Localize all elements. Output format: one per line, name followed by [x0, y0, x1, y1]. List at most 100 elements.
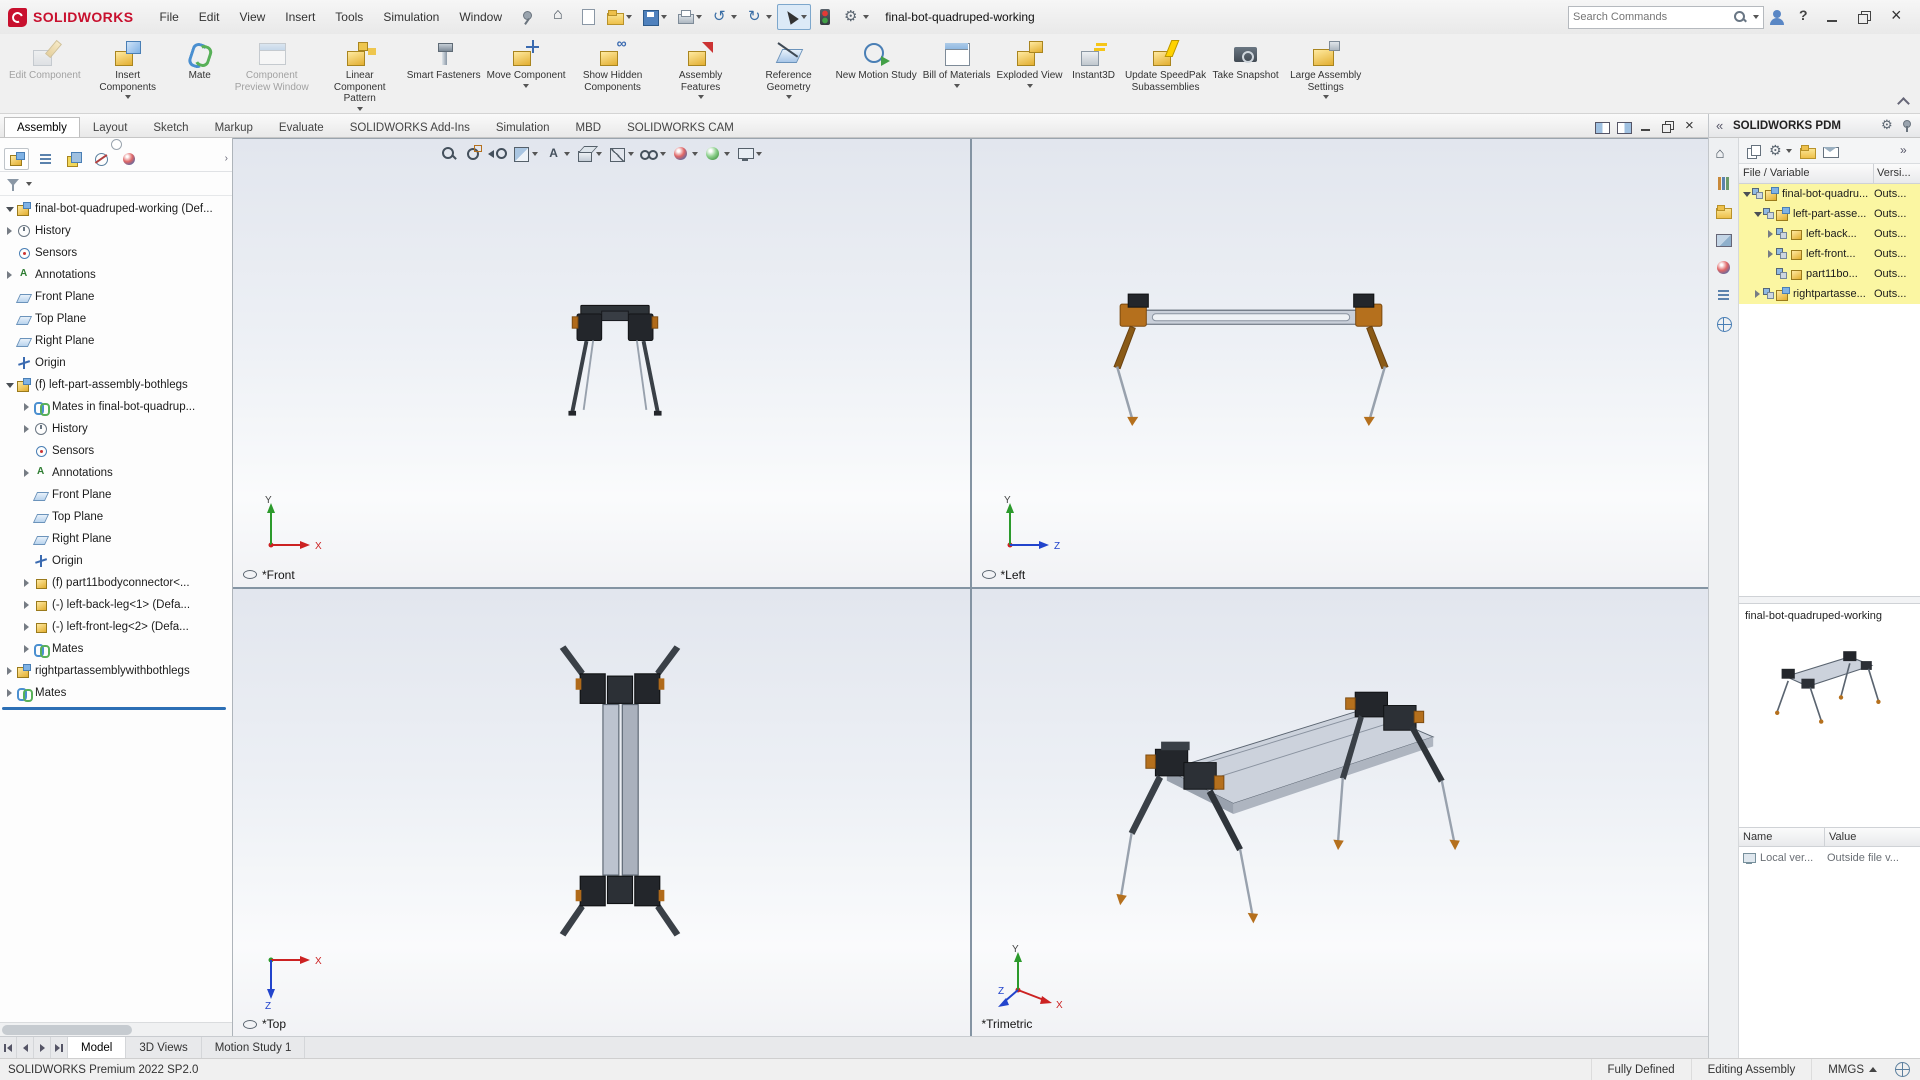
ribbon-button[interactable]: Update SpeedPak Subassemblies — [1122, 36, 1210, 112]
tree-item[interactable]: Front Plane — [0, 484, 232, 506]
more-tabs-arrow-icon[interactable]: › — [225, 153, 228, 164]
document-minimize-icon[interactable] — [1638, 120, 1654, 134]
expand-toggle[interactable] — [3, 203, 16, 216]
pdm-file-row[interactable]: final-bot-quadru... Outs... — [1739, 184, 1920, 204]
view-tool-button[interactable] — [735, 144, 763, 164]
status-item[interactable]: MMGS — [1811, 1059, 1893, 1080]
expand-toggle[interactable] — [3, 357, 16, 370]
task-pane-tab[interactable] — [1713, 202, 1735, 222]
expand-toggle[interactable] — [3, 291, 16, 304]
menu-item[interactable]: Edit — [189, 5, 230, 29]
ribbon-button[interactable]: Smart Fasteners — [404, 36, 484, 112]
tree-item[interactable]: History — [0, 418, 232, 440]
tree-horizontal-scrollbar[interactable] — [0, 1022, 232, 1036]
tree-item[interactable]: (f) left-part-assembly-bothlegs — [0, 374, 232, 396]
next-tab-button[interactable] — [34, 1037, 51, 1058]
property-row[interactable]: Local ver... Outside file v... — [1739, 847, 1920, 869]
menu-item[interactable]: View — [229, 5, 275, 29]
ribbon-button[interactable]: Insert Components — [84, 36, 172, 112]
command-tab[interactable]: Markup — [202, 117, 266, 137]
last-tab-button[interactable] — [51, 1037, 68, 1058]
ribbon-button[interactable]: New Motion Study — [833, 36, 920, 112]
filter-caret-icon[interactable] — [26, 182, 32, 186]
document-restore-icon[interactable] — [1660, 120, 1676, 134]
expand-toggle[interactable] — [20, 577, 33, 590]
tree-item[interactable]: Mates in final-bot-quadrup... — [0, 396, 232, 418]
rollback-bar[interactable] — [2, 707, 226, 710]
expand-toggle[interactable] — [20, 599, 33, 612]
expand-toggle[interactable] — [20, 621, 33, 634]
feature-manager-tab[interactable] — [4, 148, 29, 170]
column-header-file-variable[interactable]: File / Variable — [1739, 164, 1874, 183]
restore-button[interactable] — [1848, 3, 1880, 31]
quick-access-button[interactable] — [707, 4, 741, 30]
task-pane-tab[interactable] — [1713, 230, 1735, 250]
expand-toggle[interactable] — [3, 335, 16, 348]
command-tab[interactable]: Simulation — [483, 117, 563, 137]
ribbon-button[interactable]: Mate — [172, 36, 228, 112]
first-tab-button[interactable] — [0, 1037, 17, 1058]
quick-access-button[interactable] — [777, 4, 811, 30]
expand-toggle[interactable] — [1752, 288, 1763, 301]
menu-item[interactable]: Insert — [275, 5, 325, 29]
close-button[interactable] — [1880, 3, 1912, 31]
expand-toggle[interactable] — [3, 379, 16, 392]
previous-tab-button[interactable] — [17, 1037, 34, 1058]
status-item[interactable]: Editing Assembly — [1691, 1059, 1812, 1080]
feature-manager-tab[interactable] — [88, 148, 113, 170]
search-input[interactable] — [1573, 11, 1730, 23]
pane-left-icon[interactable] — [1594, 120, 1610, 134]
search-icon[interactable] — [1733, 10, 1748, 25]
view-tool-button[interactable] — [703, 144, 731, 164]
quick-access-button[interactable] — [575, 4, 601, 30]
ribbon-button[interactable]: Reference Geometry — [745, 36, 833, 112]
expand-toggle[interactable] — [20, 533, 33, 546]
command-tab[interactable]: Assembly — [4, 117, 80, 137]
tree-item[interactable]: (-) left-front-leg<2> (Defa... — [0, 616, 232, 638]
preview-splitter[interactable] — [1739, 596, 1920, 604]
viewport-front[interactable]: Y X *Front — [233, 139, 970, 587]
feature-manager-tab[interactable] — [32, 148, 57, 170]
pdm-file-row[interactable]: left-front... Outs... — [1739, 244, 1920, 264]
pdm-options-gear-icon[interactable] — [1880, 118, 1896, 134]
view-tool-button[interactable] — [543, 144, 571, 164]
tree-item[interactable]: Right Plane — [0, 330, 232, 352]
pdm-toolbar-button[interactable] — [1799, 143, 1815, 159]
viewport-trimetric[interactable]: Y X Z *Trimetric — [972, 589, 1709, 1037]
view-tool-button[interactable] — [639, 144, 667, 164]
view-tool-button[interactable] — [575, 144, 603, 164]
expand-toggle[interactable] — [3, 247, 16, 260]
expand-toggle[interactable] — [3, 225, 16, 238]
tree-item[interactable]: History — [0, 220, 232, 242]
status-item[interactable]: Fully Defined — [1591, 1059, 1691, 1080]
ribbon-button[interactable]: Component Preview Window — [228, 36, 316, 112]
command-tab[interactable]: SOLIDWORKS CAM — [614, 117, 747, 137]
ribbon-button[interactable]: Exploded View — [994, 36, 1066, 112]
expand-toggle[interactable] — [1765, 228, 1776, 241]
command-tab[interactable]: Layout — [80, 117, 141, 137]
ribbon-collapse-icon[interactable] — [1896, 97, 1910, 107]
view-tool-button[interactable] — [439, 144, 459, 164]
expand-toggle[interactable] — [1765, 268, 1776, 281]
pane-right-icon[interactable] — [1616, 120, 1632, 134]
ribbon-button[interactable]: Show Hidden Components — [569, 36, 657, 112]
tree-item[interactable]: Front Plane — [0, 286, 232, 308]
command-tab[interactable]: SOLIDWORKS Add-Ins — [337, 117, 483, 137]
quick-access-button[interactable] — [637, 4, 671, 30]
column-header-value[interactable]: Value — [1825, 828, 1920, 846]
ribbon-button[interactable]: Large Assembly Settings — [1282, 36, 1370, 112]
menu-item[interactable]: Tools — [325, 5, 373, 29]
pdm-file-row[interactable]: left-part-asse... Outs... — [1739, 204, 1920, 224]
status-globe-icon[interactable] — [1895, 1062, 1910, 1077]
task-pane-tab[interactable] — [1713, 146, 1735, 166]
document-close-icon[interactable] — [1682, 120, 1698, 134]
tree-item[interactable]: rightpartassemblywithbothlegs — [0, 660, 232, 682]
pdm-toolbar-button[interactable] — [1822, 143, 1838, 159]
pdm-file-row[interactable]: part11bo... Outs... — [1739, 264, 1920, 284]
tree-item[interactable]: Mates — [0, 682, 232, 704]
ribbon-button[interactable]: Take Snapshot — [1210, 36, 1282, 112]
help-button[interactable] — [1790, 4, 1816, 30]
task-pane-tab[interactable] — [1713, 258, 1735, 278]
tree-item[interactable]: Sensors — [0, 440, 232, 462]
task-pane-tab[interactable] — [1713, 174, 1735, 194]
